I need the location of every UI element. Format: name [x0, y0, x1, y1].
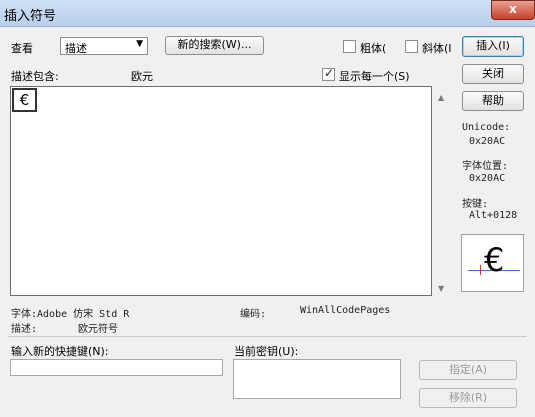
view-select[interactable]: 描述 ▼	[60, 37, 148, 55]
bold-checkbox[interactable]	[343, 40, 356, 53]
new-shortcut-input[interactable]	[10, 359, 223, 376]
italic-label: 斜体(I	[422, 42, 452, 55]
new-shortcut-label: 输入新的快捷键(N):	[11, 345, 109, 358]
divider	[8, 336, 527, 337]
font-info: 字体:Adobe 仿宋 Std R	[11, 309, 130, 320]
show-each-checkbox[interactable]: ✓	[322, 66, 335, 81]
bold-label: 粗体(	[360, 42, 387, 55]
close-window-button[interactable]: x	[491, 0, 535, 20]
description-value: 欧元符号	[78, 324, 118, 335]
symbol-cell-selected[interactable]: €	[12, 88, 37, 112]
encoding-value: WinAllCodePages	[300, 305, 391, 316]
scroll-down-icon[interactable]: ▼	[438, 284, 444, 293]
italic-checkbox[interactable]	[405, 40, 418, 53]
insert-button[interactable]: 插入(I)	[462, 36, 524, 57]
origin-guide	[480, 265, 481, 275]
symbol-grid[interactable]: €	[10, 86, 432, 296]
keystroke-label: 按键:	[462, 199, 489, 210]
scroll-up-icon[interactable]: ▲	[438, 93, 444, 102]
unicode-label: Unicode:	[462, 122, 511, 133]
view-label: 查看	[11, 42, 33, 55]
chevron-down-icon: ▼	[136, 39, 143, 49]
desc-contains-value: 欧元	[131, 70, 153, 83]
remove-button[interactable]: 移除(R)	[419, 388, 517, 408]
keystroke-value: Alt+0128	[469, 210, 518, 221]
check-icon: ✓	[324, 66, 335, 80]
close-button[interactable]: 关闭	[462, 64, 524, 84]
description-label: 描述:	[11, 324, 38, 335]
preview-glyph: €	[484, 241, 505, 279]
current-keys-list[interactable]	[233, 359, 401, 399]
show-each-label: 显示每一个(S)	[339, 70, 410, 83]
window-title: 插入符号	[4, 9, 57, 24]
font-position-value: 0x20AC	[469, 173, 506, 184]
assign-button[interactable]: 指定(A)	[419, 360, 517, 380]
desc-contains-label: 描述包含:	[11, 70, 59, 83]
new-search-button[interactable]: 新的搜索(W)...	[165, 36, 264, 55]
view-select-value: 描述	[65, 42, 87, 55]
help-button[interactable]: 帮助	[462, 91, 524, 111]
encoding-label: 编码:	[240, 309, 267, 320]
unicode-value: 0x20AC	[469, 136, 506, 147]
current-keys-label: 当前密钥(U):	[234, 345, 299, 358]
font-position-label: 字体位置:	[462, 161, 509, 172]
character-preview: €	[461, 234, 524, 292]
close-icon: x	[509, 2, 517, 16]
title-bar[interactable]: 插入符号 x	[0, 0, 535, 27]
